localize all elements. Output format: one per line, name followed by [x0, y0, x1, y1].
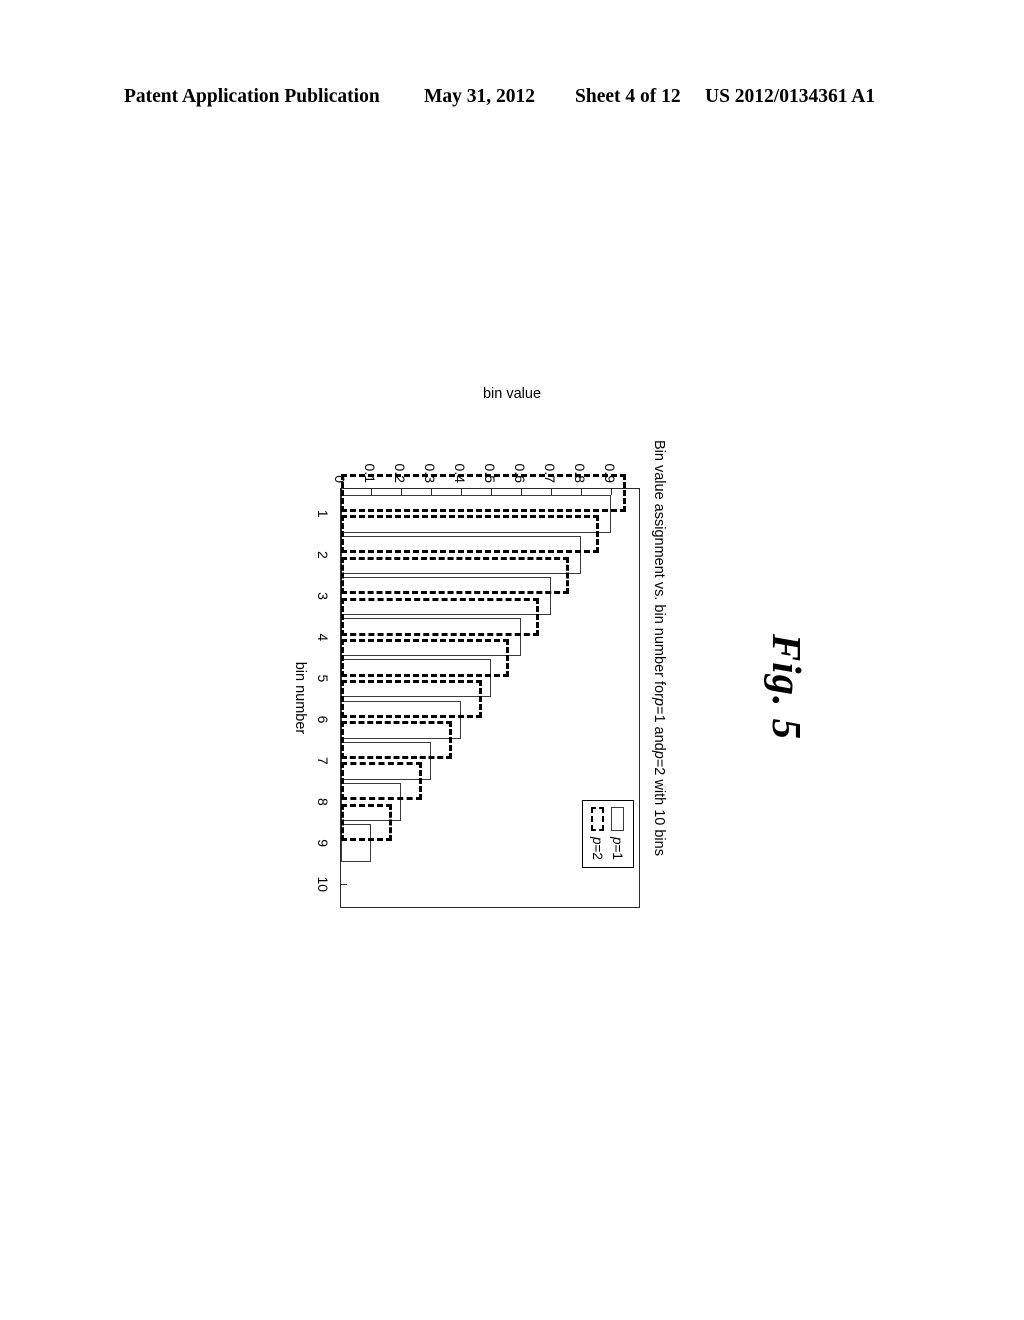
legend-p1-rest: =1 — [610, 844, 626, 860]
bar-p2 — [341, 597, 539, 636]
x-axis-tick-label: 4 — [315, 633, 331, 642]
bar-p2 — [341, 556, 569, 595]
chart-legend: p=1 p=2 — [582, 800, 634, 868]
figure-caption: Fig. 5 — [764, 633, 810, 741]
chart-title-lead: Bin value assignment vs. bin number for — [651, 440, 667, 698]
patent-header: Patent Application Publication May 31, 2… — [0, 86, 1024, 116]
legend-item-p1: p=1 — [608, 807, 628, 860]
header-date: May 31, 2012 — [424, 86, 536, 107]
chart-title: Bin value assignment vs. bin number for … — [648, 440, 670, 940]
chart-frame: Bin value assignment vs. bin number for … — [290, 386, 670, 940]
x-axis-tick-label: 8 — [315, 798, 331, 806]
bar-p2 — [341, 680, 482, 718]
chart-title-p1-symbol: p — [651, 697, 667, 706]
bar-p2 — [341, 762, 422, 801]
header-sheet: Sheet 4 of 12 — [575, 86, 681, 107]
x-axis-tick-label: 3 — [315, 592, 331, 600]
legend-swatch-solid-icon — [611, 807, 625, 831]
bar-p2 — [341, 721, 452, 760]
x-axis-tick — [340, 884, 347, 886]
legend-item-p2: p=2 — [588, 807, 608, 860]
x-axis-tick-label: 10 — [315, 876, 331, 893]
x-axis-tick-label: 5 — [315, 674, 331, 683]
bar-p2 — [341, 803, 392, 842]
x-axis-tick-label: 7 — [315, 756, 331, 765]
legend-label-p2: p=2 — [591, 837, 606, 860]
y-axis-label: bin value — [482, 386, 542, 402]
legend-p1-symbol: p — [610, 837, 626, 845]
chart-title-p1-rest: =1 and — [651, 705, 667, 751]
bar-p2 — [341, 515, 599, 554]
figure-chart: Bin value assignment vs. bin number for … — [290, 386, 670, 940]
x-axis-tick-label: 2 — [315, 550, 331, 559]
legend-label-p1: p=1 — [611, 837, 626, 860]
chart-title-p2-rest: =2 with 10 bins — [651, 758, 667, 856]
x-axis-label: bin number — [292, 661, 308, 735]
x-axis-tick-label: 1 — [315, 509, 331, 518]
header-publication: Patent Application Publication — [124, 86, 380, 107]
chart-title-p2-symbol: p — [651, 750, 667, 759]
legend-p2-rest: =2 — [590, 844, 606, 860]
bar-p2 — [341, 638, 509, 677]
legend-p2-symbol: p — [590, 837, 606, 845]
x-axis-tick-label: 6 — [315, 715, 331, 724]
header-patent-number: US 2012/0134361 A1 — [705, 86, 876, 107]
x-axis-tick-label: 9 — [315, 839, 331, 847]
legend-swatch-dashed-icon — [591, 807, 605, 831]
bar-p2 — [341, 474, 626, 513]
